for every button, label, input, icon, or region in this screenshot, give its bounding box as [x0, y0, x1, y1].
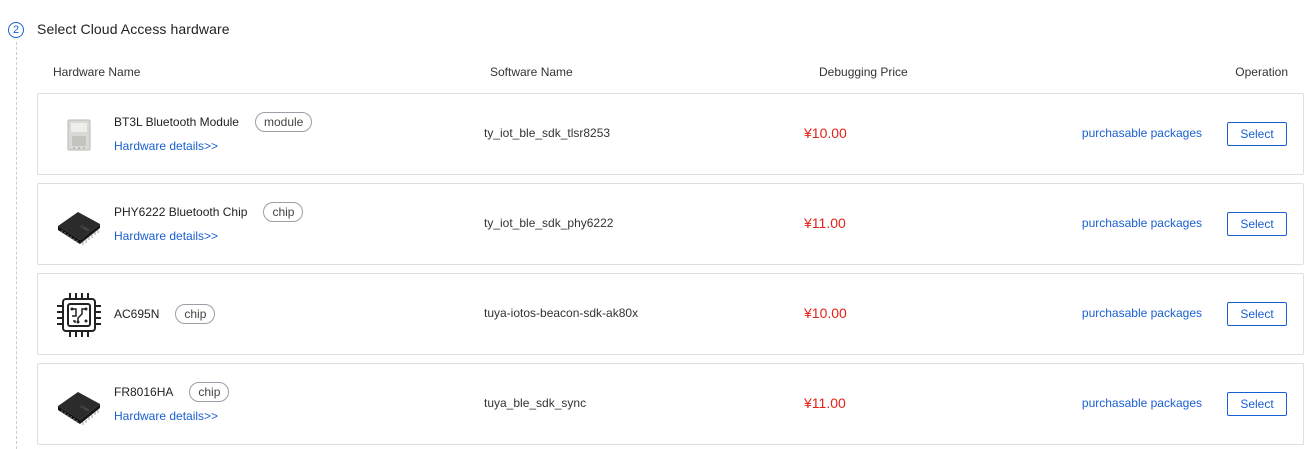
purchasable-packages-link[interactable]: purchasable packages	[1082, 396, 1202, 410]
hardware-details-link[interactable]: Hardware details>>	[114, 229, 218, 243]
select-button[interactable]: Select	[1227, 212, 1287, 236]
table-header: Hardware Name Software Name Debugging Pr…	[0, 65, 1312, 81]
header-software-name: Software Name	[490, 65, 573, 79]
software-name: tuya_ble_sdk_sync	[484, 396, 587, 410]
software-name: ty_iot_ble_sdk_phy6222	[484, 216, 614, 230]
hardware-type-tag: chip	[189, 382, 230, 402]
circuit-chip-icon	[54, 290, 104, 340]
hardware-type-tag: chip	[263, 202, 304, 222]
header-hardware-name: Hardware Name	[53, 65, 141, 79]
module-board-icon	[54, 110, 104, 160]
debugging-price: ¥11.00	[804, 215, 846, 231]
select-button[interactable]: Select	[1227, 392, 1287, 416]
hardware-row: BT3L Bluetooth Module module Hardware de…	[37, 93, 1304, 175]
hardware-row: CHIP PHY6222 Bluetooth Chip chip Hardwar…	[37, 183, 1304, 265]
debugging-price: ¥10.00	[804, 305, 847, 321]
purchasable-packages-link[interactable]: purchasable packages	[1082, 306, 1202, 320]
hardware-name: AC695N	[114, 307, 160, 321]
chip-package-icon: CHIP	[54, 380, 104, 430]
hardware-row: AC695N chip tuya-iotos-beacon-sdk-ak80x …	[37, 273, 1304, 355]
purchasable-packages-link[interactable]: purchasable packages	[1082, 126, 1202, 140]
chip-package-icon: CHIP	[54, 200, 104, 250]
header-debugging-price: Debugging Price	[819, 65, 908, 79]
header-operation: Operation	[1235, 65, 1288, 79]
software-name: tuya-iotos-beacon-sdk-ak80x	[484, 306, 639, 320]
section-title: Select Cloud Access hardware	[37, 21, 230, 37]
select-button[interactable]: Select	[1227, 122, 1287, 146]
debugging-price: ¥11.00	[804, 395, 846, 411]
debugging-price: ¥10.00	[804, 125, 847, 141]
hardware-name: FR8016HA	[114, 385, 174, 399]
hardware-type-tag: module	[254, 112, 313, 132]
hardware-row: CHIP FR8016HA chip Hardware details>> tu…	[37, 363, 1304, 445]
hardware-details-link[interactable]: Hardware details>>	[114, 139, 218, 153]
hardware-type-tag: chip	[175, 304, 216, 324]
hardware-name: BT3L Bluetooth Module	[114, 115, 239, 129]
software-name: ty_iot_ble_sdk_tlsr8253	[484, 126, 611, 140]
step-number-badge: 2	[8, 22, 24, 38]
hardware-details-link[interactable]: Hardware details>>	[114, 409, 218, 423]
step-connector-line	[16, 42, 17, 449]
hardware-name: PHY6222 Bluetooth Chip	[114, 205, 248, 219]
purchasable-packages-link[interactable]: purchasable packages	[1082, 216, 1202, 230]
select-button[interactable]: Select	[1227, 302, 1287, 326]
